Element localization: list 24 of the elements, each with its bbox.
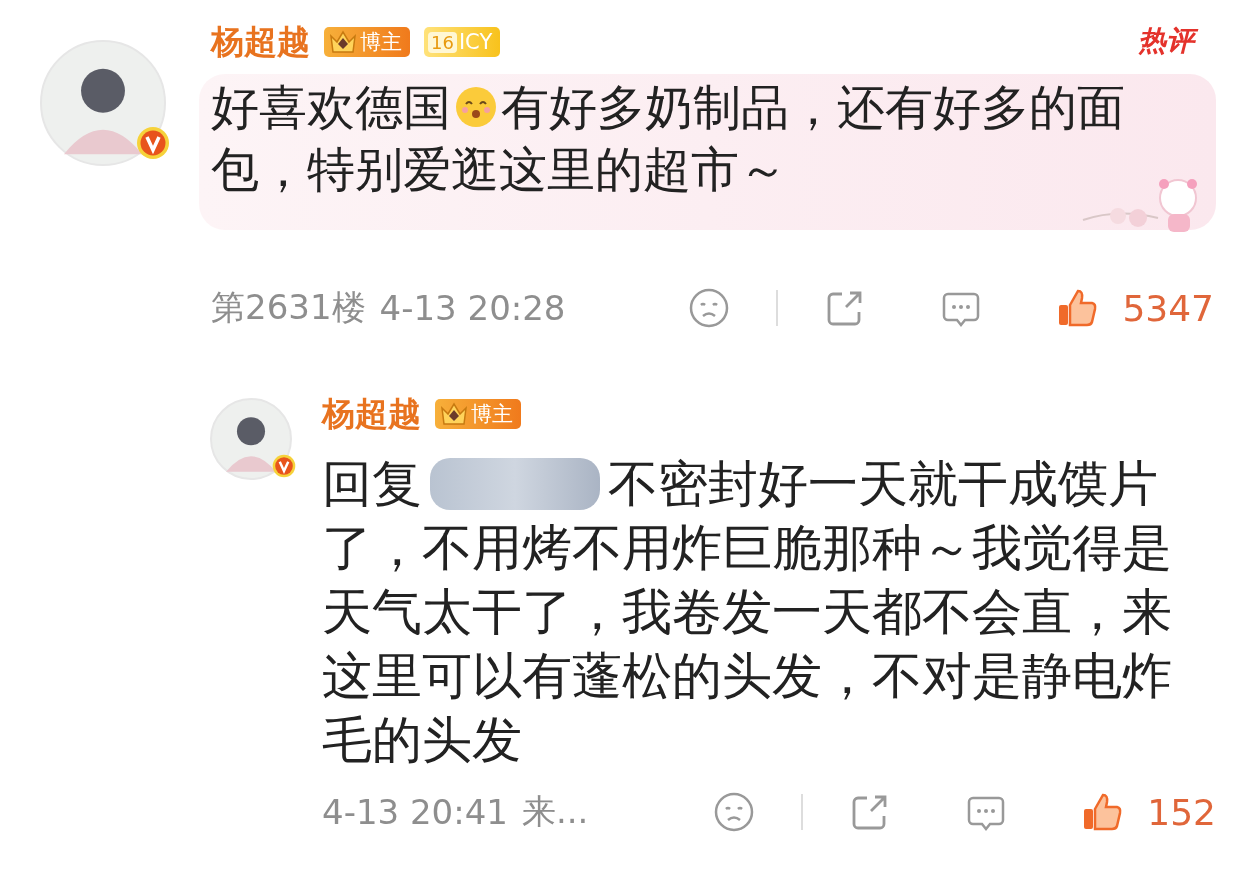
smiling-emoji-icon (453, 84, 499, 130)
comment-text: 不密封好一天就干成馍片 (608, 454, 1158, 515)
comment-text: 毛的头发 (322, 710, 522, 771)
comment-text: 了，不用烤不用炸巨脆那种～我觉得是 (322, 518, 1172, 579)
comment-text: 有好多奶制品，还有好多的面 (501, 78, 1125, 137)
comment-text: 天气太干了，我卷发一天都不会直，来 (322, 582, 1172, 643)
crown-icon (439, 400, 469, 428)
comment-text: 包，特别爱逛这里的超市～ (211, 140, 787, 199)
comment-text: 好喜欢德国 (211, 78, 451, 137)
blogger-badge: 博主 (324, 27, 410, 57)
timestamp: 4-13 20:41 (322, 792, 508, 832)
level-badge: 16 ICY (424, 27, 501, 57)
comment-text: 回复 (322, 454, 422, 515)
like-count: 152 (1147, 791, 1216, 833)
username[interactable]: 杨超越 (322, 391, 421, 437)
username[interactable]: 杨超越 (211, 19, 310, 65)
source-text: 来... (521, 790, 589, 833)
timestamp: 4-13 20:28 (379, 288, 566, 328)
crown-icon (328, 28, 358, 56)
blogger-badge: 博主 (435, 399, 521, 429)
floor-number: 第2631楼 (211, 286, 366, 329)
comment-text: 这里可以有蓬松的头发，不对是静电炸 (322, 646, 1172, 707)
like-count: 5347 (1122, 287, 1214, 329)
hot-comment-label: 热评 (1132, 22, 1200, 60)
